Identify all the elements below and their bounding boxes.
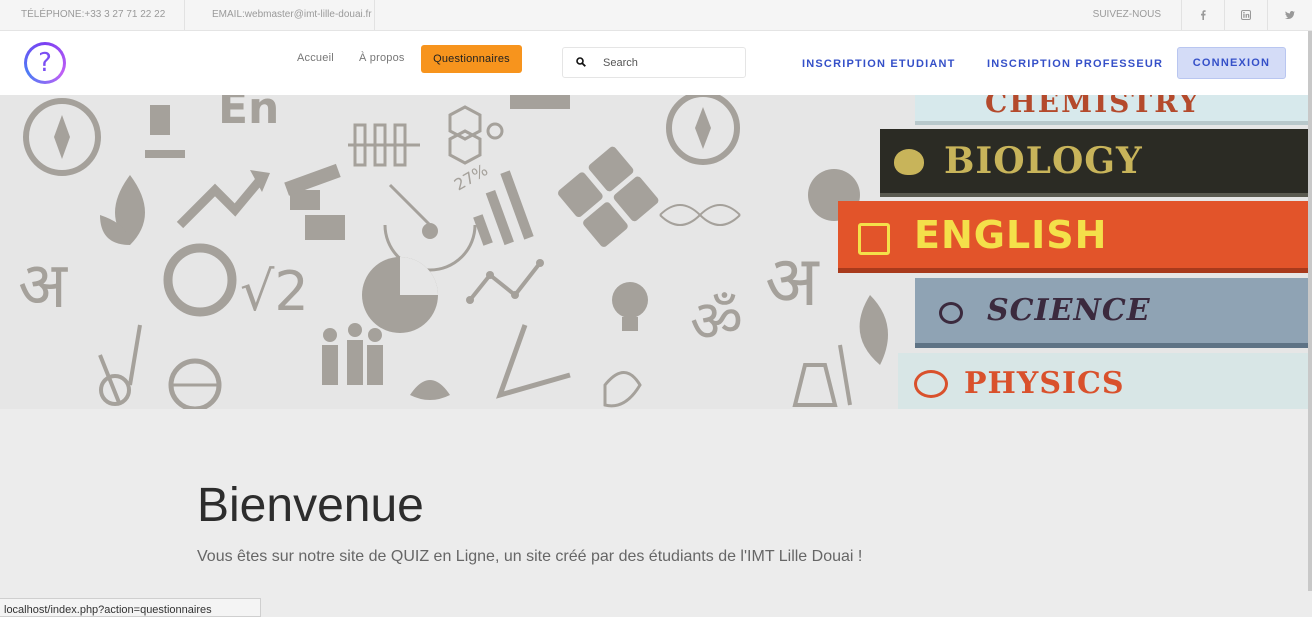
svg-text:27%: 27% xyxy=(451,160,491,194)
svg-text:अ: अ xyxy=(18,249,68,323)
brain-icon xyxy=(894,149,924,175)
facebook-icon[interactable] xyxy=(1182,0,1225,30)
question-mark-icon: ? xyxy=(27,45,63,81)
inscription-professeur-button[interactable]: INSCRIPTION PROFESSEUR xyxy=(987,58,1163,70)
phone-info: TÉLÉPHONE:+33 3 27 71 22 22 xyxy=(0,0,185,30)
connexion-button[interactable]: CONNEXION xyxy=(1177,47,1286,79)
inscription-etudiant-button[interactable]: INSCRIPTION ETUDIANT xyxy=(802,58,956,70)
book-physics: PHYSICS xyxy=(898,353,1308,409)
book-english-label: ENGLISH xyxy=(914,212,1108,257)
search-box xyxy=(562,47,746,78)
nav-questionnaires-button[interactable]: Questionnaires xyxy=(421,45,522,73)
abc-blocks-icon xyxy=(858,223,890,255)
svg-text:अ: अ xyxy=(765,240,820,322)
book-science: SCIENCE xyxy=(915,278,1308,348)
page-scrollbar[interactable] xyxy=(1308,31,1312,591)
book-chemistry-label: CHEMISTRY xyxy=(985,95,1201,119)
nav-accueil[interactable]: Accueil xyxy=(297,52,334,64)
nav-a-propos[interactable]: À propos xyxy=(359,52,405,64)
book-physics-label: PHYSICS xyxy=(964,365,1125,401)
atom-icon xyxy=(914,370,948,398)
book-english: ENGLISH xyxy=(838,201,1308,273)
welcome-subtitle: Vous êtes sur notre site de QUIZ en Lign… xyxy=(197,548,863,565)
browser-status-url: localhost/index.php?action=questionnaire… xyxy=(0,598,261,617)
book-biology: BIOLOGY xyxy=(880,129,1308,197)
svg-text:√2: √2 xyxy=(240,260,309,323)
top-info-bar: TÉLÉPHONE:+33 3 27 71 22 22 EMAIL:webmas… xyxy=(0,0,1312,31)
welcome-title: Bienvenue xyxy=(197,479,424,532)
microscope-icon xyxy=(939,302,963,324)
book-biology-label: BIOLOGY xyxy=(944,140,1143,182)
svg-text:En: En xyxy=(218,95,279,134)
twitter-icon[interactable] xyxy=(1268,0,1311,30)
book-science-label: SCIENCE xyxy=(987,293,1151,328)
linkedin-icon[interactable] xyxy=(1225,0,1268,30)
search-icon xyxy=(576,57,586,67)
hero-banner: En 27% अ ॐ अ √2 CHEMISTRY BIOLOGY ENGLIS… xyxy=(0,95,1308,409)
main-navbar: ? Accueil À propos Questionnaires INSCRI… xyxy=(0,31,1308,95)
email-info: EMAIL:webmaster@imt-lille-douai.fr xyxy=(185,0,375,30)
follow-us-label: SUIVEZ-NOUS xyxy=(1093,0,1182,30)
site-logo[interactable]: ? xyxy=(24,42,66,84)
book-chemistry: CHEMISTRY xyxy=(915,95,1308,125)
svg-text:ॐ: ॐ xyxy=(690,287,743,355)
search-input[interactable] xyxy=(603,54,733,72)
